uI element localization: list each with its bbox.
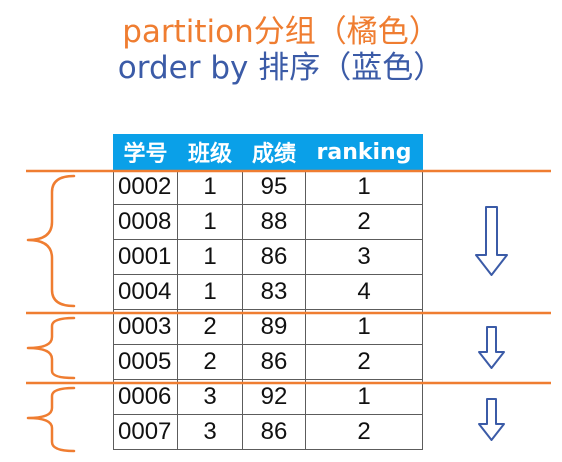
curly-brace-icon (26, 386, 76, 453)
down-arrow-icon (478, 326, 505, 369)
down-arrow-icon (478, 398, 505, 441)
partition-overlay (26, 169, 551, 453)
down-arrow-icon (475, 206, 508, 276)
curly-brace-icon (26, 174, 76, 308)
curly-brace-icon (26, 316, 76, 380)
